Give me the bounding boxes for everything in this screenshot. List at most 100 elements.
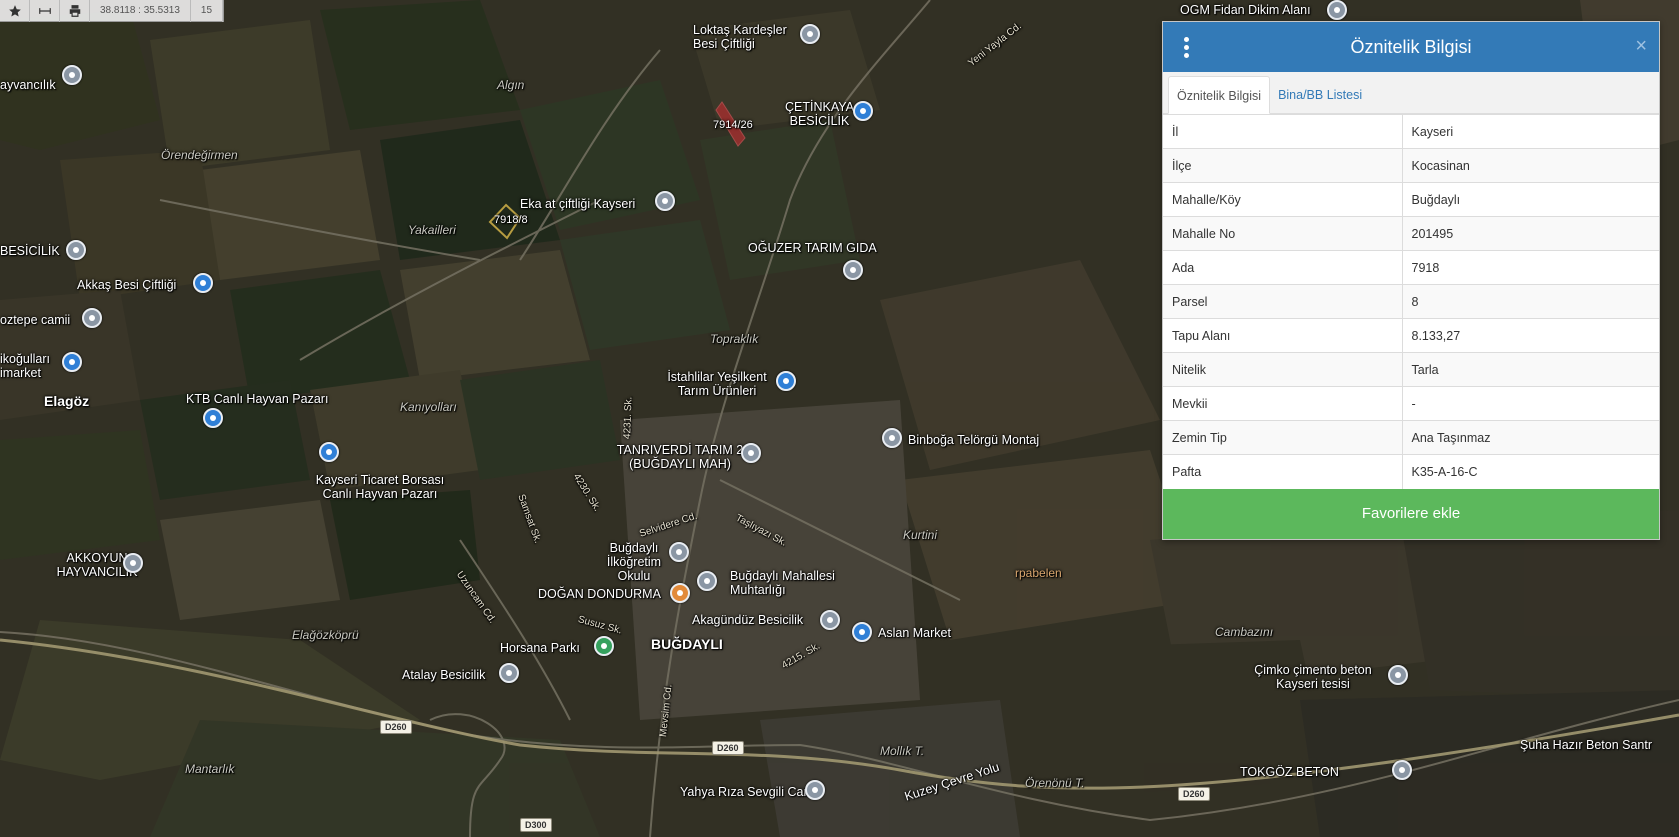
poi-shop-marker-icon[interactable] bbox=[62, 352, 82, 372]
map-label: Örenönü T. bbox=[1025, 776, 1085, 790]
poi-lock-marker-icon[interactable] bbox=[776, 371, 796, 391]
close-icon[interactable]: × bbox=[1635, 36, 1647, 56]
poi-marker-icon[interactable] bbox=[820, 610, 840, 630]
table-row: Pafta K35-A-16-C bbox=[1163, 454, 1659, 489]
map-label: rpabelen bbox=[1015, 566, 1062, 580]
map-label: Buğdaylı Mahallesi Muhtarlığı bbox=[730, 569, 835, 597]
attribute-value: Tarla bbox=[1402, 352, 1659, 387]
poi-shop-marker-icon[interactable] bbox=[319, 442, 339, 462]
attribute-value: Ana Taşınmaz bbox=[1402, 420, 1659, 455]
map-label: Binboğa Telörgü Montaj bbox=[908, 433, 1040, 447]
panel-title: Öznitelik Bilgisi bbox=[1350, 36, 1472, 57]
map-label: Loktaş Kardeşler Besi Çiftliği bbox=[693, 23, 787, 51]
map-label: Akkaş Besi Çiftliği bbox=[77, 278, 177, 292]
tab-building-list[interactable]: Bina/BB Listesi bbox=[1270, 76, 1370, 114]
map-label: 7918/8 bbox=[494, 214, 528, 226]
poi-marker-icon[interactable] bbox=[1392, 760, 1412, 780]
map-label: TANRIVERDİ TARIM 2 (BUĞDAYLI MAH) bbox=[616, 443, 744, 471]
poi-shop-marker-icon[interactable] bbox=[203, 408, 223, 428]
attribute-value: Kayseri bbox=[1402, 114, 1659, 149]
poi-restaurant-marker-icon[interactable] bbox=[670, 583, 690, 603]
map-label: ayvancılık bbox=[0, 78, 56, 92]
attribute-key: Mahalle/Köy bbox=[1163, 182, 1403, 217]
poi-lock-marker-icon[interactable] bbox=[853, 101, 873, 121]
poi-marker-icon[interactable] bbox=[655, 191, 675, 211]
favorite-star-button[interactable] bbox=[0, 0, 30, 22]
map-label: DOĞAN DONDURMA bbox=[538, 587, 661, 601]
map-label: Çimko çimento beton Kayseri tesisi bbox=[1254, 663, 1372, 691]
map-label: Şuha Hazır Beton Santr bbox=[1520, 738, 1653, 752]
panel-tabs: Öznitelik Bilgisi Bina/BB Listesi bbox=[1163, 72, 1659, 114]
poi-marker-icon[interactable] bbox=[800, 24, 820, 44]
map-label: Kanıyolları bbox=[400, 400, 457, 414]
poi-lock-marker-icon[interactable] bbox=[193, 273, 213, 293]
attribute-value: K35-A-16-C bbox=[1402, 454, 1659, 489]
attribute-key: Parsel bbox=[1163, 284, 1403, 319]
highway-shield: D260 bbox=[380, 720, 412, 734]
poi-mosque-marker-icon[interactable] bbox=[805, 780, 825, 800]
poi-marker-icon[interactable] bbox=[697, 571, 717, 591]
poi-marker-icon[interactable] bbox=[741, 443, 761, 463]
tab-attributes[interactable]: Öznitelik Bilgisi bbox=[1168, 76, 1271, 114]
table-row: Mahalle No 201495 bbox=[1163, 216, 1659, 251]
attribute-value: 201495 bbox=[1402, 216, 1659, 251]
map-label: ikoğulları imarket bbox=[0, 352, 51, 380]
panel-header: Öznitelik Bilgisi × bbox=[1163, 22, 1659, 72]
map-label: OĞUZER TARIM GIDA bbox=[748, 241, 877, 255]
measure-button[interactable] bbox=[30, 0, 60, 22]
table-row: Zemin Tip Ana Taşınmaz bbox=[1163, 420, 1659, 455]
table-row: Nitelik Tarla bbox=[1163, 352, 1659, 387]
poi-park-marker-icon[interactable] bbox=[594, 636, 614, 656]
measure-icon bbox=[38, 7, 51, 14]
attribute-value: Buğdaylı bbox=[1402, 182, 1659, 217]
add-to-favorites-button[interactable]: Favorilere ekle bbox=[1163, 489, 1659, 539]
attribute-key: İl bbox=[1163, 114, 1403, 149]
print-icon bbox=[69, 4, 80, 17]
vertical-dots-menu-icon[interactable] bbox=[1179, 36, 1193, 58]
poi-marker-icon[interactable] bbox=[882, 428, 902, 448]
table-row: Mevkii - bbox=[1163, 386, 1659, 421]
coordinate-readout: 38.8118 : 35.5313 bbox=[90, 0, 191, 22]
map-label: KTB Canlı Hayvan Pazarı bbox=[186, 392, 329, 406]
table-row: Parsel 8 bbox=[1163, 284, 1659, 319]
map-label: Cambazını bbox=[1215, 625, 1274, 639]
poi-shop-marker-icon[interactable] bbox=[852, 622, 872, 642]
map-label: Buğdaylı İlköğretim Okulu bbox=[606, 541, 662, 583]
poi-marker-icon[interactable] bbox=[123, 553, 143, 573]
poi-marker-icon[interactable] bbox=[66, 240, 86, 260]
map-label: Eka at çiftliği Kayseri bbox=[520, 197, 636, 211]
map-label: oztepe camii bbox=[0, 313, 71, 327]
attribute-value: 8 bbox=[1402, 284, 1659, 319]
attribute-panel: Öznitelik Bilgisi × Öznitelik Bilgisi Bi… bbox=[1162, 21, 1660, 540]
attribute-table: İl Kayseri İlçe Kocasinan Mahalle/Köy Buğda… bbox=[1163, 114, 1659, 489]
poi-marker-icon[interactable] bbox=[1327, 0, 1347, 20]
map-label: İstahlilar Yeşilkent Tarım Ürünleri bbox=[667, 370, 767, 398]
poi-marker-icon[interactable] bbox=[1388, 665, 1408, 685]
map-label: Horsana Parkı bbox=[500, 641, 580, 655]
road-label: 4231. Sk. bbox=[622, 396, 635, 440]
attribute-key: Tapu Alanı bbox=[1163, 318, 1403, 353]
table-row: İl Kayseri bbox=[1163, 114, 1659, 149]
map-label: Kurtini bbox=[903, 528, 938, 542]
poi-marker-icon[interactable] bbox=[499, 663, 519, 683]
attribute-value: 8.133,27 bbox=[1402, 318, 1659, 353]
map-label: Örendeğirmen bbox=[161, 148, 238, 162]
attribute-key: Ada bbox=[1163, 250, 1403, 285]
attribute-key: Mevkii bbox=[1163, 386, 1403, 421]
zoom-level: 15 bbox=[191, 0, 224, 22]
attribute-value: Kocasinan bbox=[1402, 148, 1659, 183]
table-row: Tapu Alanı 8.133,27 bbox=[1163, 318, 1659, 353]
table-row: İlçe Kocasinan bbox=[1163, 148, 1659, 183]
poi-school-marker-icon[interactable] bbox=[669, 542, 689, 562]
map-label: TOKGÖZ BETON bbox=[1240, 765, 1339, 779]
map-label: Atalay Besicilik bbox=[402, 668, 486, 682]
map-label: Aslan Market bbox=[878, 626, 951, 640]
attribute-value: - bbox=[1402, 386, 1659, 421]
attribute-key: İlçe bbox=[1163, 148, 1403, 183]
table-row: Ada 7918 bbox=[1163, 250, 1659, 285]
poi-mosque-marker-icon[interactable] bbox=[82, 308, 102, 328]
highway-shield: D260 bbox=[1178, 787, 1210, 801]
poi-marker-icon[interactable] bbox=[843, 260, 863, 280]
print-button[interactable] bbox=[60, 0, 90, 22]
poi-marker-icon[interactable] bbox=[62, 65, 82, 85]
